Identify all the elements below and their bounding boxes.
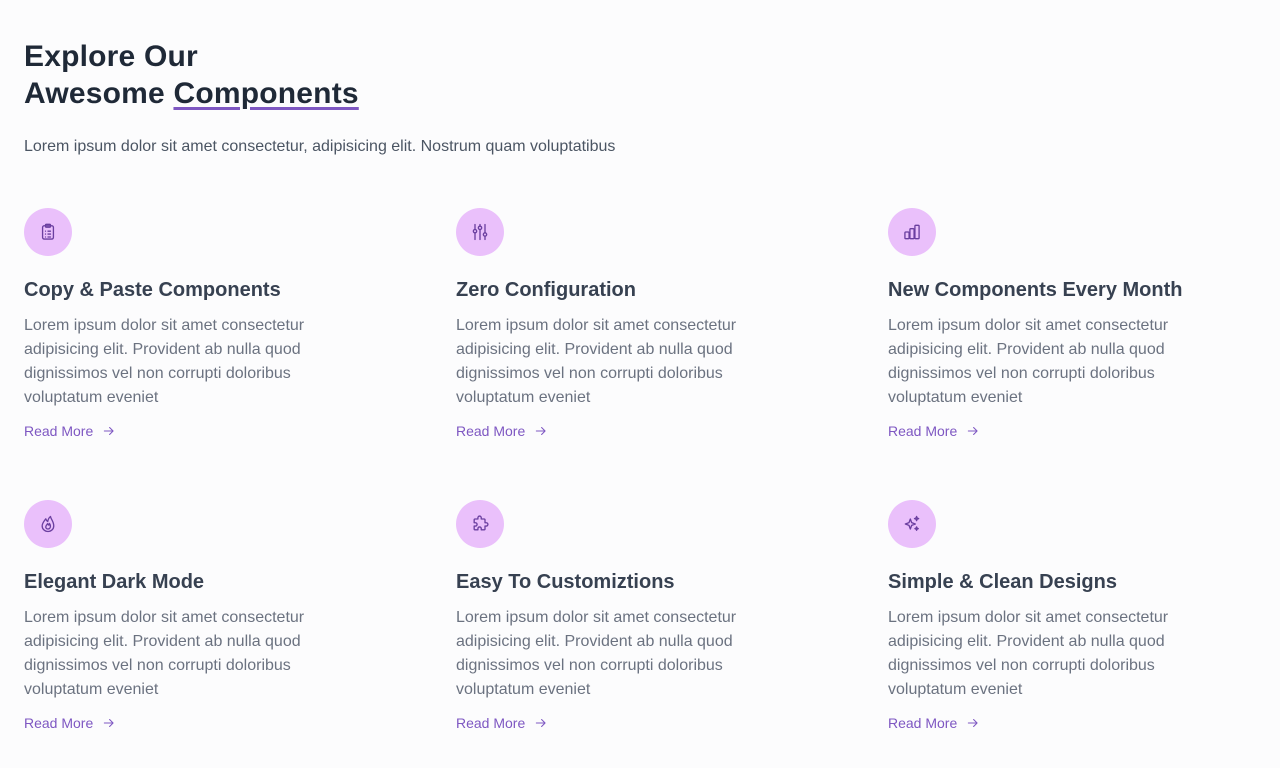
feature-card: New Components Every Month Lorem ipsum d… xyxy=(888,208,1256,500)
sparkles-icon xyxy=(888,500,936,548)
read-more-label: Read More xyxy=(24,715,94,731)
heading-highlight: Components xyxy=(173,77,359,110)
feature-title: Easy To Customiztions xyxy=(456,571,675,593)
features-section: Explore Our Awesome Components Lorem ips… xyxy=(0,0,1280,768)
read-more-label: Read More xyxy=(888,715,958,731)
heading-line-2-prefix: Awesome xyxy=(24,77,174,110)
section-heading: Explore Our Awesome Components xyxy=(24,38,359,112)
feature-description: Lorem ipsum dolor sit amet consectetur a… xyxy=(456,609,737,698)
feature-card: Easy To Customiztions Lorem ipsum dolor … xyxy=(456,500,888,760)
read-more-link[interactable]: Read More xyxy=(888,714,980,732)
feature-title: Simple & Clean Designs xyxy=(888,571,1117,593)
feature-description: Lorem ipsum dolor sit amet consectetur a… xyxy=(24,317,305,406)
section-intro: Lorem ipsum dolor sit amet consectetur, … xyxy=(24,138,616,155)
read-more-label: Read More xyxy=(888,423,958,439)
feature-title: Copy & Paste Components xyxy=(24,279,281,301)
read-more-label: Read More xyxy=(456,715,526,731)
read-more-link[interactable]: Read More xyxy=(456,714,548,732)
arrow-right-icon xyxy=(534,716,548,730)
puzzle-icon xyxy=(456,500,504,548)
feature-description: Lorem ipsum dolor sit amet consectetur a… xyxy=(888,609,1169,698)
feature-card: Copy & Paste Components Lorem ipsum dolo… xyxy=(24,208,456,500)
arrow-right-icon xyxy=(966,716,980,730)
sliders-icon xyxy=(456,208,504,256)
feature-card: Zero Configuration Lorem ipsum dolor sit… xyxy=(456,208,888,500)
read-more-link[interactable]: Read More xyxy=(24,422,116,440)
heading-line-2: Awesome Components xyxy=(24,75,359,112)
arrow-right-icon xyxy=(102,716,116,730)
read-more-label: Read More xyxy=(456,423,526,439)
feature-card: Elegant Dark Mode Lorem ipsum dolor sit … xyxy=(24,500,456,760)
features-grid: Copy & Paste Components Lorem ipsum dolo… xyxy=(24,208,1256,760)
flame-icon xyxy=(24,500,72,548)
bar-chart-icon xyxy=(888,208,936,256)
clipboard-icon xyxy=(24,208,72,256)
heading-line-1: Explore Our xyxy=(24,40,198,73)
feature-description: Lorem ipsum dolor sit amet consectetur a… xyxy=(24,609,305,698)
read-more-link[interactable]: Read More xyxy=(456,422,548,440)
arrow-right-icon xyxy=(534,424,548,438)
feature-title: Zero Configuration xyxy=(456,279,636,301)
read-more-label: Read More xyxy=(24,423,94,439)
feature-description: Lorem ipsum dolor sit amet consectetur a… xyxy=(456,317,737,406)
feature-title: Elegant Dark Mode xyxy=(24,571,205,593)
read-more-link[interactable]: Read More xyxy=(888,422,980,440)
arrow-right-icon xyxy=(966,424,980,438)
feature-card: Simple & Clean Designs Lorem ipsum dolor… xyxy=(888,500,1256,760)
feature-description: Lorem ipsum dolor sit amet consectetur a… xyxy=(888,317,1169,406)
feature-title: New Components Every Month xyxy=(888,279,1183,301)
arrow-right-icon xyxy=(102,424,116,438)
read-more-link[interactable]: Read More xyxy=(24,714,116,732)
